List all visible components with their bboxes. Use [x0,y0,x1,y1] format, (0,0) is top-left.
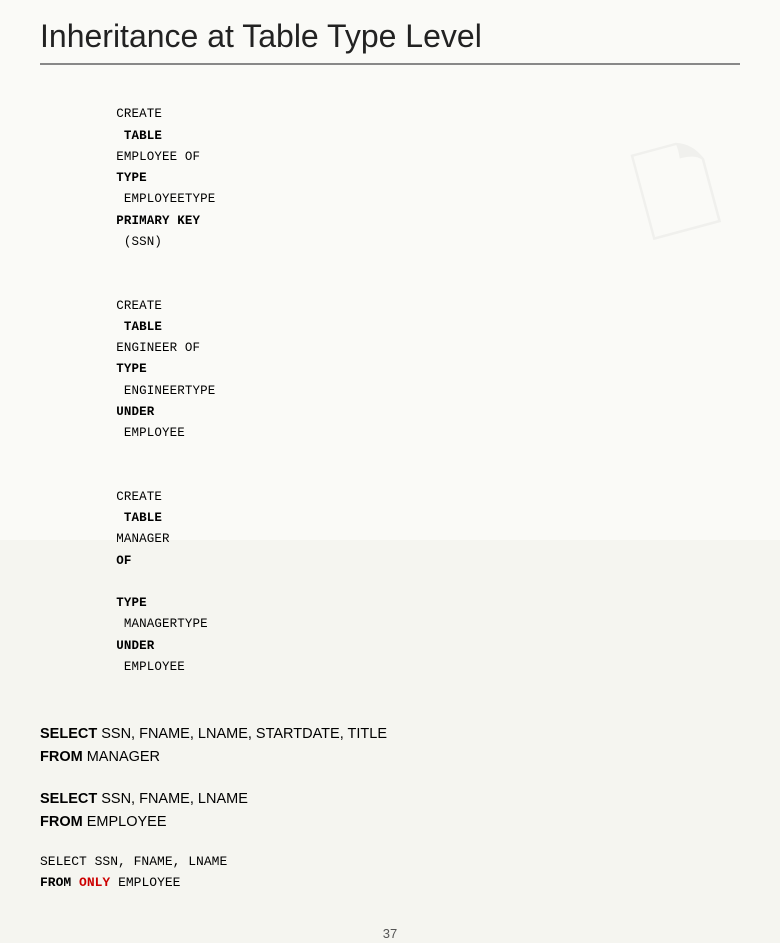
select2-cols: SSN, FNAME, LNAME [101,791,248,807]
select-block-1: SELECT SSN, FNAME, LNAME, STARTDATE, TIT… [40,723,740,769]
create2-under: UNDER [116,405,154,419]
create1-type: TYPE [116,171,147,185]
select3-cols: SSN, FNAME, LNAME [95,854,228,869]
create1-kw: CREATE [116,107,162,121]
create3-space [116,575,124,589]
select2-from: FROM [40,814,83,830]
create3-type: TYPE [116,596,147,610]
select1-from: FROM [40,749,83,765]
select1-line1: SELECT SSN, FNAME, LNAME, STARTDATE, TIT… [40,723,740,746]
select-block-2: SELECT SSN, FNAME, LNAME FROM EMPLOYEE [40,788,740,834]
create1-name: EMPLOYEE OF [116,150,208,164]
title-section: Inheritance at Table Type Level [40,18,740,65]
slide-content: 🗋 Inheritance at Table Type Level CREATE… [0,0,780,922]
create2-name: ENGINEER OF [116,341,208,355]
select3-line2: FROM ONLY EMPLOYEE [40,873,740,894]
slide-title: Inheritance at Table Type Level [40,18,740,55]
select2-line2: FROM EMPLOYEE [40,811,740,834]
select3-kw: SELECT [40,854,87,869]
create3-typename: MANAGERTYPE [116,617,215,631]
create2-parent: EMPLOYEE [116,426,185,440]
create1-typename: EMPLOYEETYPE [116,192,223,206]
create3-table: TABLE [116,511,169,525]
create-line-3: CREATE TABLE MANAGER OF TYPE MANAGERTYPE… [40,466,740,700]
create2-kw: CREATE [116,299,162,313]
select-block-3: SELECT SSN, FNAME, LNAME FROM ONLY EMPLO… [40,852,740,894]
select3-table: EMPLOYEE [118,875,180,890]
select2-kw: SELECT [40,791,97,807]
create1-pk: PRIMARY KEY [116,214,200,228]
create-block: CREATE TABLE EMPLOYEE OF TYPE EMPLOYEETY… [40,83,740,699]
slide: 🗋 Inheritance at Table Type Level CREATE… [0,0,780,540]
select1-cols: SSN, FNAME, LNAME, STARTDATE, TITLE [101,726,387,742]
create-line-2: CREATE TABLE ENGINEER OF TYPE ENGINEERTY… [40,274,740,465]
select3-from: FROM [40,875,71,890]
select1-kw: SELECT [40,726,97,742]
create1-table: TABLE [116,129,169,143]
create3-parent: EMPLOYEE [116,660,185,674]
create3-name: MANAGER [116,532,177,546]
select1-line2: FROM MANAGER [40,746,740,769]
create-line-1: CREATE TABLE EMPLOYEE OF TYPE EMPLOYEETY… [40,83,740,274]
select2-table: EMPLOYEE [87,814,167,830]
create3-kw: CREATE [116,490,162,504]
select3-line1: SELECT SSN, FNAME, LNAME [40,852,740,873]
create3-under: UNDER [116,639,154,653]
create2-typename: ENGINEERTYPE [116,384,223,398]
select2-line1: SELECT SSN, FNAME, LNAME [40,788,740,811]
page-number: 37 [0,922,780,943]
create3-of: OF [116,554,131,568]
create2-table: TABLE [116,320,169,334]
create2-type: TYPE [116,362,147,376]
select1-table: MANAGER [87,749,160,765]
select3-only: ONLY [79,875,110,890]
create1-ssn: (SSN) [116,235,162,249]
